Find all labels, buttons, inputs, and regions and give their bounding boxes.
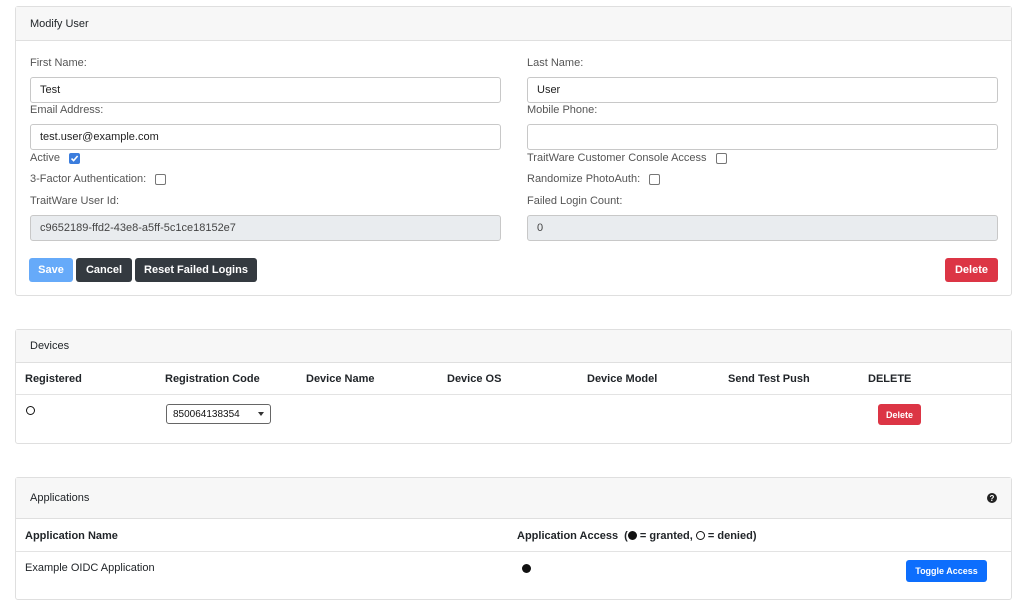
col-device-os: Device OS — [447, 373, 502, 385]
col-application-name: Application Name — [25, 530, 118, 542]
user-id-field — [30, 215, 501, 241]
applications-card: Applications ? Application Name Applicat… — [15, 477, 1012, 600]
checkmark-icon — [70, 154, 79, 162]
col-device-name: Device Name — [306, 373, 375, 385]
last-name-input[interactable] — [527, 77, 998, 103]
randomize-photoauth-row: Randomize PhotoAuth: — [527, 173, 661, 185]
randomize-photoauth-checkbox[interactable] — [649, 173, 661, 185]
first-name-input[interactable] — [30, 77, 501, 103]
devices-header-divider — [16, 394, 1011, 395]
modify-user-header: Modify User — [16, 7, 1011, 41]
col-send-test-push: Send Test Push — [728, 373, 810, 385]
modify-user-card: Modify User First Name: Last Name: Email… — [15, 6, 1012, 296]
last-name-label: Last Name: — [527, 57, 584, 69]
granted-text: = granted, — [636, 530, 696, 542]
mobile-phone-label: Mobile Phone: — [527, 104, 598, 116]
active-row: Active — [30, 152, 80, 164]
toggle-access-button[interactable]: Toggle Access — [906, 560, 987, 582]
mobile-phone-input[interactable] — [527, 124, 998, 150]
chevron-down-icon — [258, 412, 264, 416]
three-factor-label: 3-Factor Authentication: — [30, 173, 147, 185]
devices-header: Devices — [16, 330, 1011, 363]
col-device-model: Device Model — [587, 373, 658, 385]
applications-header-divider — [16, 551, 1011, 552]
email-label: Email Address: — [30, 104, 104, 116]
console-access-row: TraitWare Customer Console Access — [527, 152, 727, 164]
devices-title: Devices — [30, 340, 70, 352]
col-application-access: Application Access ( = granted, = denied… — [517, 530, 757, 542]
applications-header: Applications ? — [16, 478, 1011, 519]
cancel-button[interactable]: Cancel — [76, 258, 132, 282]
registered-status-icon — [26, 406, 35, 415]
active-label: Active — [30, 152, 60, 164]
failed-login-label: Failed Login Count: — [527, 195, 623, 207]
delete-user-button[interactable]: Delete — [945, 258, 998, 282]
delete-device-button[interactable]: Delete — [878, 404, 921, 425]
email-input[interactable] — [30, 124, 501, 150]
three-factor-row: 3-Factor Authentication: — [30, 173, 167, 185]
col-delete: DELETE — [868, 373, 912, 385]
user-id-label: TraitWare User Id: — [30, 195, 120, 207]
modify-user-title: Modify User — [30, 17, 89, 30]
col-registered: Registered — [25, 373, 82, 385]
granted-legend-icon — [627, 531, 637, 540]
applications-title: Applications — [30, 492, 90, 504]
application-name: Example OIDC Application — [25, 562, 155, 574]
access-prefix: Application Access ( — [517, 530, 628, 542]
denied-legend-icon — [695, 531, 705, 540]
save-button[interactable]: Save — [29, 258, 73, 282]
console-access-label: TraitWare Customer Console Access — [527, 152, 707, 164]
col-registration-code: Registration Code — [165, 373, 260, 385]
console-access-checkbox[interactable] — [715, 152, 727, 164]
randomize-photoauth-label: Randomize PhotoAuth: — [527, 173, 641, 185]
denied-text: = denied) — [704, 530, 757, 542]
reset-failed-logins-button[interactable]: Reset Failed Logins — [135, 258, 257, 282]
question-circle-icon[interactable]: ? — [987, 493, 997, 503]
active-checkbox[interactable] — [68, 152, 80, 164]
registration-code-value: 850064138354 — [173, 408, 240, 420]
registration-code-select[interactable]: 850064138354 — [166, 404, 271, 424]
access-granted-icon — [522, 564, 531, 573]
failed-login-field — [527, 215, 998, 241]
three-factor-checkbox[interactable] — [155, 173, 167, 185]
first-name-label: First Name: — [30, 57, 87, 69]
devices-card: Devices Registered Registration Code Dev… — [15, 329, 1012, 444]
